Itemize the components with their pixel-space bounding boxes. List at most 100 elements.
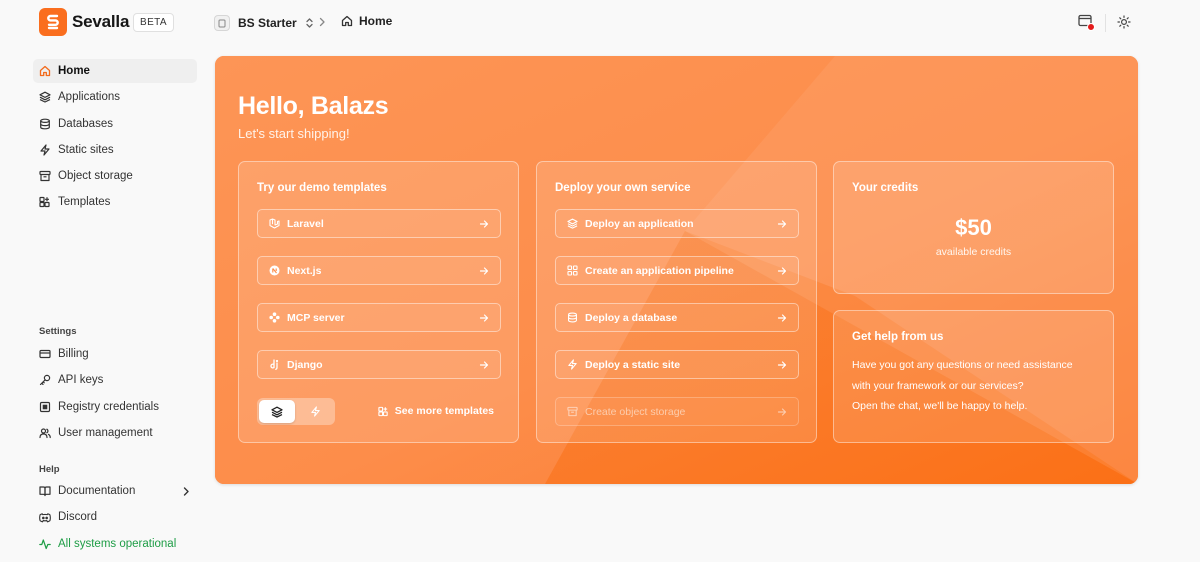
sidebar-item-api-keys[interactable]: API keys	[33, 368, 197, 392]
sidebar-item-databases[interactable]: Databases	[33, 112, 197, 136]
grid-plus-icon	[378, 406, 389, 417]
arrow-right-icon	[777, 313, 787, 323]
bolt-icon	[310, 406, 321, 417]
card-title: Try our demo templates	[257, 182, 387, 194]
chevron-updown-icon	[305, 17, 314, 29]
sidebar-item-label: User management	[58, 426, 153, 439]
pipeline-icon	[567, 265, 578, 276]
archive-icon	[39, 170, 51, 182]
top-bar: Sevalla BETA BS Starter Home	[0, 0, 1200, 46]
database-icon	[39, 118, 51, 130]
divider	[1105, 14, 1106, 32]
template-mcp-server-button[interactable]: MCP server	[257, 303, 501, 332]
chevron-right-icon	[318, 16, 326, 28]
sun-icon	[1117, 15, 1131, 29]
sidebar-item-label: Object storage	[58, 170, 133, 183]
breadcrumb-home[interactable]: Home	[341, 14, 392, 28]
help-line: Have you got any questions or need assis…	[852, 359, 1073, 371]
book-icon	[39, 485, 51, 497]
system-status-link[interactable]: All systems operational	[33, 532, 197, 556]
credits-card: Your credits $50 available credits	[833, 161, 1114, 294]
sidebar-item-applications[interactable]: Applications	[33, 85, 197, 109]
deploy-label: Deploy a static site	[585, 358, 681, 371]
see-more-templates-link[interactable]: See more templates	[378, 405, 494, 417]
sidebar-item-label: Static sites	[58, 143, 114, 156]
sidebar-item-billing[interactable]: Billing	[33, 342, 197, 366]
key-icon	[39, 374, 51, 386]
app-name: Sevalla	[72, 12, 130, 31]
layers-icon	[271, 406, 283, 418]
sidebar-item-label: Templates	[58, 196, 111, 209]
get-help-card[interactable]: Get help from us Have you got any questi…	[833, 310, 1114, 443]
template-label: Laravel	[287, 217, 324, 230]
notification-badge	[1087, 23, 1095, 31]
deploy-service-card: Deploy your own service Deploy an applic…	[536, 161, 817, 443]
database-icon	[567, 312, 578, 323]
sidebar-item-label: Databases	[58, 117, 113, 130]
sidebar-nav: Home Applications Databases Static sites…	[33, 59, 197, 217]
template-django-button[interactable]: Django	[257, 350, 501, 379]
help-line: Open the chat, we'll be happy to help.	[852, 400, 1028, 412]
sidebar-item-registry-credentials[interactable]: Registry credentials	[33, 395, 197, 419]
card-title: Your credits	[852, 182, 919, 194]
settings-group-label: Settings	[39, 326, 77, 337]
arrow-right-icon	[777, 219, 787, 229]
credits-label: available credits	[935, 246, 1012, 258]
registry-icon	[39, 401, 51, 413]
arrow-right-icon	[777, 360, 787, 370]
toggle-static-sites[interactable]	[297, 400, 333, 423]
hero-title: Hello, Balazs	[238, 92, 389, 120]
deploy-label: Create an application pipeline	[585, 264, 734, 277]
theme-toggle-button[interactable]	[1117, 15, 1131, 29]
settings-nav: Billing API keys Registry credentials Us…	[33, 342, 197, 447]
layers-icon	[39, 91, 51, 103]
sidebar-item-documentation[interactable]: Documentation	[33, 479, 197, 503]
sidebar-item-label: Discord	[58, 511, 97, 524]
template-label: Next.js	[287, 264, 322, 277]
sidebar-item-discord[interactable]: Discord	[33, 505, 197, 529]
deploy-static-site-button[interactable]: Deploy a static site	[555, 350, 799, 379]
system-status-label: All systems operational	[58, 537, 177, 550]
users-icon	[39, 427, 51, 439]
project-switcher[interactable]: BS Starter	[214, 13, 314, 33]
home-icon	[39, 65, 51, 77]
breadcrumb-label: Home	[359, 14, 393, 28]
grid-plus-icon	[39, 196, 51, 208]
credits-amount: $50	[955, 215, 992, 240]
sidebar-item-home[interactable]: Home	[33, 59, 197, 83]
django-icon	[269, 359, 280, 370]
sidebar-item-label: API keys	[58, 374, 104, 387]
project-name: BS Starter	[238, 16, 297, 30]
home-icon	[341, 15, 353, 27]
activity-icon	[39, 538, 51, 550]
arrow-right-icon	[479, 266, 489, 276]
create-pipeline-button[interactable]: Create an application pipeline	[555, 256, 799, 285]
laravel-icon	[269, 218, 280, 229]
card-title: Get help from us	[852, 331, 944, 343]
deploy-application-button[interactable]: Deploy an application	[555, 209, 799, 238]
sevalla-logo-icon[interactable]	[39, 8, 67, 36]
sidebar-item-label: Documentation	[58, 485, 136, 497]
arrow-right-icon	[777, 407, 787, 417]
beta-badge: BETA	[133, 13, 174, 32]
template-nextjs-button[interactable]: Next.js	[257, 256, 501, 285]
sidebar-item-static-sites[interactable]: Static sites	[33, 138, 197, 162]
toggle-applications[interactable]	[259, 400, 295, 423]
welcome-hero: Hello, Balazs Let's start shipping! Try …	[215, 56, 1138, 484]
help-nav: Documentation Discord All systems operat…	[33, 479, 197, 558]
help-line: with your framework or our services?	[852, 379, 1024, 392]
sidebar-item-templates[interactable]: Templates	[33, 190, 197, 214]
deploy-database-button[interactable]: Deploy a database	[555, 303, 799, 332]
notifications-button[interactable]	[1078, 14, 1096, 32]
sidebar-item-object-storage[interactable]: Object storage	[33, 164, 197, 188]
deploy-label: Deploy an application	[585, 217, 694, 230]
discord-icon	[39, 511, 51, 523]
create-object-storage-button[interactable]: Create object storage	[555, 397, 799, 426]
template-laravel-button[interactable]: Laravel	[257, 209, 501, 238]
template-label: MCP server	[287, 311, 345, 324]
sidebar-item-user-management[interactable]: User management	[33, 421, 197, 445]
help-group-label: Help	[39, 464, 60, 475]
sidebar-item-label: Applications	[58, 91, 121, 104]
archive-icon	[567, 406, 578, 417]
card-title: Deploy your own service	[555, 182, 691, 194]
